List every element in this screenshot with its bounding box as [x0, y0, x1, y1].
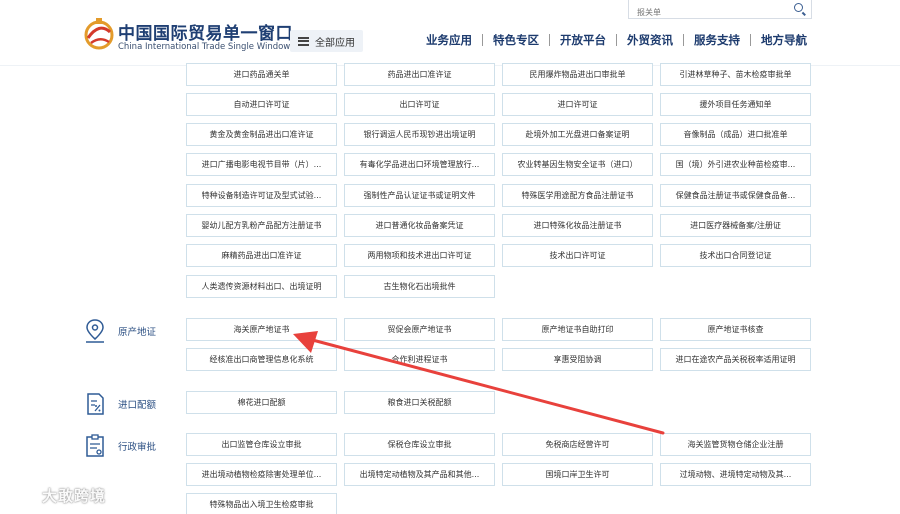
- in-transit-tariff-proof[interactable]: 进口在途农产品关税税率适用证明: [660, 348, 811, 371]
- license-item[interactable]: 进口医疗器械备案/注册证: [660, 214, 811, 237]
- search-box[interactable]: [628, 0, 812, 21]
- single-window-logo-icon[interactable]: [82, 16, 116, 52]
- license-item[interactable]: 进口特殊化妆品注册证书: [502, 214, 653, 237]
- preference-coordination[interactable]: 享惠受阻协调: [502, 348, 653, 371]
- license-item[interactable]: 进口药品通关单: [186, 63, 337, 86]
- cotton-import-quota[interactable]: 棉花进口配额: [186, 391, 337, 414]
- license-item[interactable]: 农业转基因生物安全证书（进口）: [502, 153, 653, 176]
- top-header: 中国国际贸易单一窗口 China International Trade Sin…: [0, 0, 900, 66]
- brand-subtitle: China International Trade Single Window: [118, 42, 291, 52]
- origin-certificate-self-print[interactable]: 原产地证书自助打印: [502, 318, 653, 341]
- exit-specific-plants-products[interactable]: 出境特定动植物及其产品和其他...: [344, 463, 495, 486]
- port-health-license[interactable]: 国境口岸卫生许可: [502, 463, 653, 486]
- customs-origin-certificate[interactable]: 海关原产地证书: [186, 318, 337, 341]
- license-item[interactable]: 黄金及黄金制品进出口准许证: [186, 123, 337, 146]
- license-item[interactable]: 药品进出口准许证: [344, 63, 495, 86]
- category-origin-label: 原产地证: [118, 327, 157, 338]
- license-item[interactable]: 援外项目任务通知单: [660, 93, 811, 116]
- bonded-warehouse-approval[interactable]: 保税仓库设立审批: [344, 433, 495, 456]
- cooperation-certificate[interactable]: 合作利进程证书: [344, 348, 495, 371]
- special-items-quarantine[interactable]: 特殊物品出入境卫生检疫审批: [186, 493, 337, 514]
- license-item[interactable]: 人类遗传资源材料出口、出境证明: [186, 275, 337, 298]
- nav-open-platform[interactable]: 开放平台: [550, 32, 616, 48]
- nav-business-apps[interactable]: 业务应用: [416, 32, 482, 48]
- nav-trade-news[interactable]: 外贸资讯: [617, 32, 683, 48]
- watermark-logo-icon: [8, 489, 32, 503]
- watermark: 大敢跨境: [6, 485, 106, 506]
- license-item[interactable]: 出口许可证: [344, 93, 495, 116]
- warehouse-enterprise-registration[interactable]: 海关监管货物仓储企业注册: [660, 433, 811, 456]
- category-admin-label: 行政审批: [118, 442, 157, 453]
- license-item[interactable]: 音像制品（成品）进口批准单: [660, 123, 811, 146]
- brand-title[interactable]: 中国国际贸易单一窗口: [118, 19, 293, 44]
- search-input[interactable]: [629, 4, 779, 21]
- license-item[interactable]: 强制性产品认证证书或证明文件: [344, 184, 495, 207]
- nav-local-navigation[interactable]: 地方导航: [751, 32, 817, 48]
- all-apps-label: 全部应用: [315, 37, 355, 49]
- origin-certificate-verify[interactable]: 原产地证书核查: [660, 318, 811, 341]
- category-quota: 进口配额: [84, 392, 156, 416]
- license-item[interactable]: 特种设备制造许可证及型式试验...: [186, 184, 337, 207]
- license-item[interactable]: 进口普通化妆品备案凭证: [344, 214, 495, 237]
- license-item[interactable]: 婴幼儿配方乳粉产品配方注册证书: [186, 214, 337, 237]
- approved-exporter-system[interactable]: 经核准出口商管理信息化系统: [186, 348, 337, 371]
- license-item[interactable]: 技术出口合同登记证: [660, 244, 811, 267]
- watermark-text: 大敢跨境: [42, 487, 107, 505]
- grain-tariff-quota[interactable]: 粮食进口关税配额: [344, 391, 495, 414]
- quarantine-treatment-unit[interactable]: 进出境动植物检疫除害处理单位...: [186, 463, 337, 486]
- license-item[interactable]: 麻精药品进出口准许证: [186, 244, 337, 267]
- license-item[interactable]: 银行调运人民币现钞进出境证明: [344, 123, 495, 146]
- license-item[interactable]: 国（境）外引进农业种苗检疫审...: [660, 153, 811, 176]
- license-item[interactable]: 古生物化石出境批件: [344, 275, 495, 298]
- location-pin-icon: [86, 319, 104, 343]
- ccpit-origin-certificate[interactable]: 贸促会原产地证书: [344, 318, 495, 341]
- license-item[interactable]: 特殊医学用途配方食品注册证书: [502, 184, 653, 207]
- nav-featured-zone[interactable]: 特色专区: [483, 32, 549, 48]
- category-origin: 原产地证: [84, 318, 156, 344]
- license-item[interactable]: 进口许可证: [502, 93, 653, 116]
- license-item[interactable]: 赴境外加工光盘进口备案证明: [502, 123, 653, 146]
- duty-free-shop-license[interactable]: 免税商店经营许可: [502, 433, 653, 456]
- menu-icon: [298, 36, 309, 46]
- license-item[interactable]: 保健食品注册证书或保健食品备...: [660, 184, 811, 207]
- transit-animals-approval[interactable]: 过境动物、进境特定动物及其...: [660, 463, 811, 486]
- approval-clipboard-icon: [86, 434, 104, 457]
- category-quota-label: 进口配额: [118, 400, 157, 411]
- quota-document-icon: [87, 393, 104, 415]
- main-nav: 业务应用 特色专区 开放平台 外贸资讯 服务支持 地方导航: [416, 32, 817, 48]
- all-apps-button[interactable]: 全部应用: [290, 30, 363, 52]
- license-item[interactable]: 引进林草种子、苗木检疫审批单: [660, 63, 811, 86]
- license-item[interactable]: 技术出口许可证: [502, 244, 653, 267]
- license-item[interactable]: 有毒化学品进出口环境管理放行...: [344, 153, 495, 176]
- license-item[interactable]: 民用爆炸物品进出口审批单: [502, 63, 653, 86]
- license-item[interactable]: 进口广播电影电视节目带（片）...: [186, 153, 337, 176]
- license-item[interactable]: 两用物项和技术进出口许可证: [344, 244, 495, 267]
- export-warehouse-approval[interactable]: 出口监管仓库设立审批: [186, 433, 337, 456]
- license-item[interactable]: 自动进口许可证: [186, 93, 337, 116]
- category-admin: 行政审批: [84, 434, 156, 458]
- search-icon[interactable]: [794, 3, 803, 12]
- nav-service-support[interactable]: 服务支持: [684, 32, 750, 48]
